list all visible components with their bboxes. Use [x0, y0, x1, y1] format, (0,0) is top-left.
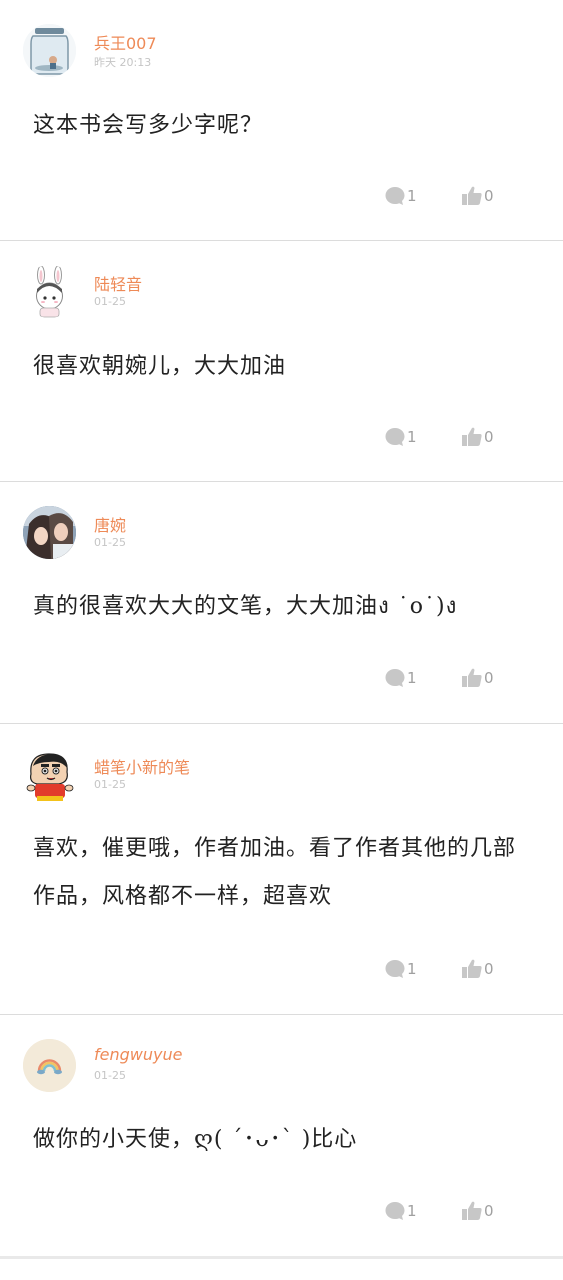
avatar[interactable]: [23, 748, 76, 801]
comment-text: 很喜欢朝婉儿，大大加油: [33, 354, 287, 379]
timestamp: 01-25: [94, 1069, 126, 1082]
username[interactable]: 唐婉: [94, 512, 126, 536]
comment-text: 做你的小天使，ღ( ´･ᴗ･` )比心: [33, 1127, 358, 1152]
like-count: 0: [484, 669, 494, 687]
like-button[interactable]: 0: [461, 185, 494, 207]
reply-count: 1: [407, 960, 417, 978]
username[interactable]: 兵王007: [94, 30, 157, 54]
comment-item: 蜡笔小新的笔 01-25 喜欢，催更哦，作者加油。看了作者其他的几部作品，风格都…: [0, 724, 563, 1015]
crayon-shin-chan-avatar-icon: [23, 748, 76, 801]
avatar[interactable]: [23, 265, 76, 318]
timestamp: 01-25: [94, 536, 126, 549]
bunny-girl-avatar-icon: [23, 265, 76, 318]
thumbs-up-icon: [462, 668, 482, 687]
username[interactable]: 蜡笔小新的笔: [94, 754, 190, 778]
like-count: 0: [484, 1202, 494, 1220]
comment-item: 兵王007 昨天 20:13 这本书会写多少字呢？ 1 0: [0, 0, 563, 241]
comment-bubble-icon: [385, 187, 405, 205]
comment-bubble-icon: [385, 428, 405, 446]
reply-button[interactable]: 1: [384, 1200, 417, 1222]
comment-item: 陆轻音 01-25 很喜欢朝婉儿，大大加油 1 0: [0, 241, 563, 482]
thumbs-up-icon: [462, 427, 482, 446]
glass-jar-avatar-icon: [23, 24, 76, 77]
comment-item: 唐婉 01-25 真的很喜欢大大的文笔，大大加油ง ˙o˙)ง 1 0: [0, 482, 563, 724]
like-button[interactable]: 0: [461, 667, 494, 689]
comment-text: 真的很喜欢大大的文笔，大大加油ง ˙o˙)ง: [33, 594, 458, 619]
thumbs-up-icon: [462, 186, 482, 205]
comment-bubble-icon: [385, 669, 405, 687]
username[interactable]: 陆轻音: [94, 271, 142, 295]
comment-bubble-icon: [385, 960, 405, 978]
thumbs-up-icon: [462, 1201, 482, 1220]
like-count: 0: [484, 428, 494, 446]
reply-count: 1: [407, 428, 417, 446]
reply-count: 1: [407, 187, 417, 205]
avatar[interactable]: [23, 506, 76, 559]
rainbow-avatar-icon: [23, 1039, 76, 1092]
couple-illustration-avatar-icon: [23, 506, 76, 559]
comment-bubble-icon: [385, 1202, 405, 1220]
reply-button[interactable]: 1: [384, 958, 417, 980]
avatar[interactable]: [23, 24, 76, 77]
reply-button[interactable]: 1: [384, 667, 417, 689]
like-button[interactable]: 0: [461, 958, 494, 980]
reply-count: 1: [407, 669, 417, 687]
comment-text: 喜欢，催更哦，作者加油。看了作者其他的几部作品，风格都不一样，超喜欢: [33, 836, 517, 909]
list-bottom-divider: [0, 1256, 563, 1259]
reply-button[interactable]: 1: [384, 426, 417, 448]
timestamp: 01-25: [94, 778, 126, 791]
avatar[interactable]: [23, 1039, 76, 1092]
like-count: 0: [484, 187, 494, 205]
username[interactable]: fengwuyue: [94, 1045, 182, 1064]
reply-button[interactable]: 1: [384, 185, 417, 207]
like-count: 0: [484, 960, 494, 978]
timestamp: 昨天 20:13: [94, 56, 152, 69]
reply-count: 1: [407, 1202, 417, 1220]
timestamp: 01-25: [94, 295, 126, 308]
comment-item: fengwuyue 01-25 做你的小天使，ღ( ´･ᴗ･` )比心 1 0: [0, 1015, 563, 1255]
like-button[interactable]: 0: [461, 426, 494, 448]
like-button[interactable]: 0: [461, 1200, 494, 1222]
thumbs-up-icon: [462, 959, 482, 978]
comment-text: 这本书会写多少字呢？: [33, 113, 264, 138]
